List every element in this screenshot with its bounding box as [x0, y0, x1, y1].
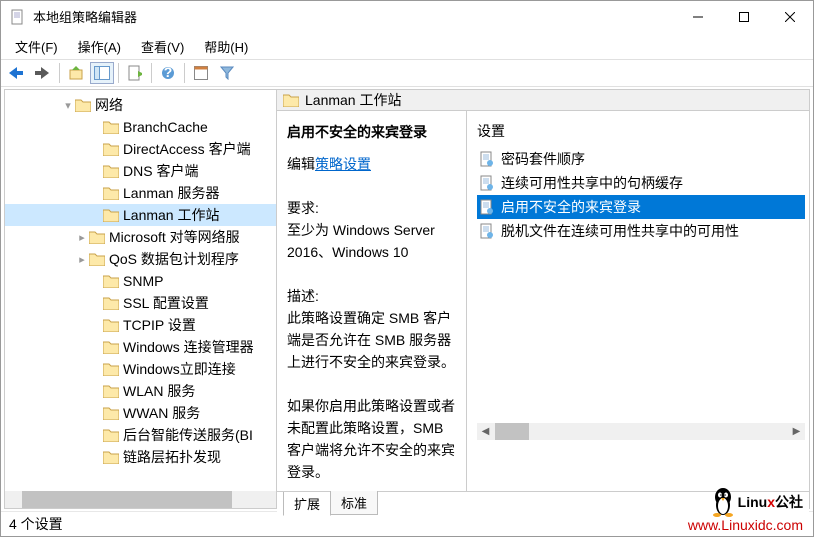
- list-item[interactable]: 连续可用性共享中的句柄缓存: [477, 171, 805, 195]
- tree-pane[interactable]: ▾网络BranchCacheDirectAccess 客户端DNS 客户端Lan…: [5, 90, 277, 508]
- tree-node-label: Lanman 服务器: [123, 183, 219, 203]
- minimize-button[interactable]: [675, 2, 721, 32]
- tree-node-label: Microsoft 对等网络服: [109, 227, 240, 247]
- tree-node-label: 网络: [95, 95, 123, 115]
- description-column: 启用不安全的来宾登录 编辑策略设置 要求: 至少为 Windows Server…: [277, 111, 467, 491]
- setting-icon: [479, 223, 495, 239]
- folder-icon: [283, 93, 299, 107]
- scroll-right-icon[interactable]: ▶: [788, 426, 805, 437]
- toolbar-separator: [118, 63, 119, 83]
- tab-extended[interactable]: 扩展: [283, 492, 331, 516]
- detail-tabs: 扩展 标准: [277, 491, 809, 515]
- detail-header: Lanman 工作站: [277, 90, 809, 111]
- tree-node-label: Windows 连接管理器: [123, 337, 254, 357]
- tree-node-label: QoS 数据包计划程序: [109, 249, 239, 269]
- toolbar-separator: [184, 63, 185, 83]
- tree-node[interactable]: ▸ QoS 数据包计划程序: [5, 248, 277, 270]
- tree-node[interactable]: WLAN 服务: [5, 380, 277, 402]
- setting-icon: [479, 175, 495, 191]
- toolbar-separator: [59, 63, 60, 83]
- tree-node[interactable]: Lanman 服务器: [5, 182, 277, 204]
- scroll-left-icon[interactable]: ◀: [477, 426, 494, 437]
- tree-twisty-icon[interactable]: ▸: [75, 231, 89, 244]
- tree-node[interactable]: BranchCache: [5, 116, 277, 138]
- back-button[interactable]: [5, 62, 29, 84]
- list-item[interactable]: 密码套件顺序: [477, 147, 805, 171]
- edit-label: 编辑: [287, 156, 315, 172]
- export-button[interactable]: [123, 62, 147, 84]
- tree-node-label: WLAN 服务: [123, 381, 195, 401]
- tree-node[interactable]: WWAN 服务: [5, 402, 277, 424]
- list-item-label: 密码套件顺序: [501, 149, 585, 169]
- forward-button[interactable]: [31, 62, 55, 84]
- tree-node-label: Lanman 工作站: [123, 205, 219, 225]
- filter-button[interactable]: [215, 62, 239, 84]
- up-button[interactable]: [64, 62, 88, 84]
- tree-node-label: WWAN 服务: [123, 403, 200, 423]
- tree-twisty-icon[interactable]: ▸: [75, 253, 89, 266]
- list-item[interactable]: 启用不安全的来宾登录: [477, 195, 805, 219]
- setting-icon: [479, 199, 495, 215]
- tree-node-label: BranchCache: [123, 119, 208, 135]
- edit-policy-link[interactable]: 策略设置: [315, 156, 371, 172]
- tree-node-label: DirectAccess 客户端: [123, 139, 251, 159]
- app-icon: [9, 9, 25, 25]
- title-bar: 本地组策略编辑器: [1, 1, 813, 33]
- description-label: 描述:: [287, 285, 458, 307]
- show-hide-tree-button[interactable]: [90, 62, 114, 84]
- tree-horizontal-scrollbar[interactable]: [5, 491, 276, 508]
- detail-pane: Lanman 工作站 启用不安全的来宾登录 编辑策略设置 要求: 至少为 Win…: [277, 90, 809, 508]
- tree-node-label: DNS 客户端: [123, 161, 198, 181]
- tree-node-label: SNMP: [123, 273, 163, 289]
- tree-node[interactable]: DNS 客户端: [5, 160, 277, 182]
- description-text-2: 如果你启用此策略设置或者未配置此策略设置，SMB 客户端将允许不安全的来宾登录。: [287, 395, 458, 483]
- tree-node[interactable]: TCPIP 设置: [5, 314, 277, 336]
- menu-view[interactable]: 查看(V): [133, 35, 192, 58]
- policy-title: 启用不安全的来宾登录: [287, 121, 458, 143]
- tree-node-label: Windows立即连接: [123, 359, 236, 379]
- tree-node[interactable]: SNMP: [5, 270, 277, 292]
- window-title: 本地组策略编辑器: [33, 7, 675, 26]
- list-item-label: 启用不安全的来宾登录: [501, 197, 641, 217]
- list-item-label: 连续可用性共享中的句柄缓存: [501, 173, 683, 193]
- tree-node[interactable]: Lanman 工作站: [5, 204, 277, 226]
- list-horizontal-scrollbar[interactable]: ◀ ▶: [477, 423, 805, 440]
- svg-text:?: ?: [164, 66, 173, 80]
- status-text: 4 个设置: [9, 514, 63, 534]
- detail-header-title: Lanman 工作站: [305, 90, 401, 110]
- menu-action[interactable]: 操作(A): [70, 35, 129, 58]
- close-button[interactable]: [767, 2, 813, 32]
- menu-bar: 文件(F) 操作(A) 查看(V) 帮助(H): [1, 33, 813, 59]
- tree-node[interactable]: Windows 连接管理器: [5, 336, 277, 358]
- tree-node-label: SSL 配置设置: [123, 293, 209, 313]
- tree-node-label: 后台智能传送服务(BI: [123, 425, 253, 445]
- tree-twisty-icon[interactable]: ▾: [61, 99, 75, 112]
- menu-file[interactable]: 文件(F): [7, 35, 66, 58]
- settings-column-header[interactable]: 设置: [477, 121, 805, 141]
- tree-node-label: TCPIP 设置: [123, 315, 196, 335]
- setting-icon: [479, 151, 495, 167]
- tab-standard[interactable]: 标准: [330, 491, 378, 515]
- content-area: ▾网络BranchCacheDirectAccess 客户端DNS 客户端Lan…: [4, 89, 810, 509]
- tree-node[interactable]: DirectAccess 客户端: [5, 138, 277, 160]
- tree-node[interactable]: Windows立即连接: [5, 358, 277, 380]
- tree-node[interactable]: 后台智能传送服务(BI: [5, 424, 277, 446]
- list-item[interactable]: 脱机文件在连续可用性共享中的可用性: [477, 219, 805, 243]
- toolbar-separator: [151, 63, 152, 83]
- tree-node[interactable]: ▾ 网络: [5, 94, 277, 116]
- help-button[interactable]: ?: [156, 62, 180, 84]
- maximize-button[interactable]: [721, 2, 767, 32]
- tree-node[interactable]: 链路层拓扑发现: [5, 446, 277, 468]
- list-item-label: 脱机文件在连续可用性共享中的可用性: [501, 221, 739, 241]
- settings-list-column: 设置 密码套件顺序连续可用性共享中的句柄缓存启用不安全的来宾登录脱机文件在连续可…: [467, 111, 809, 491]
- tree-node[interactable]: SSL 配置设置: [5, 292, 277, 314]
- requirement-label: 要求:: [287, 197, 458, 219]
- tree-node[interactable]: ▸ Microsoft 对等网络服: [5, 226, 277, 248]
- toolbar: ?: [1, 59, 813, 87]
- menu-help[interactable]: 帮助(H): [196, 35, 256, 58]
- tree-node-label: 链路层拓扑发现: [123, 447, 221, 467]
- requirement-text: 至少为 Windows Server 2016、Windows 10: [287, 219, 458, 263]
- properties-button[interactable]: [189, 62, 213, 84]
- description-text-1: 此策略设置确定 SMB 客户端是否允许在 SMB 服务器上进行不安全的来宾登录。: [287, 307, 458, 373]
